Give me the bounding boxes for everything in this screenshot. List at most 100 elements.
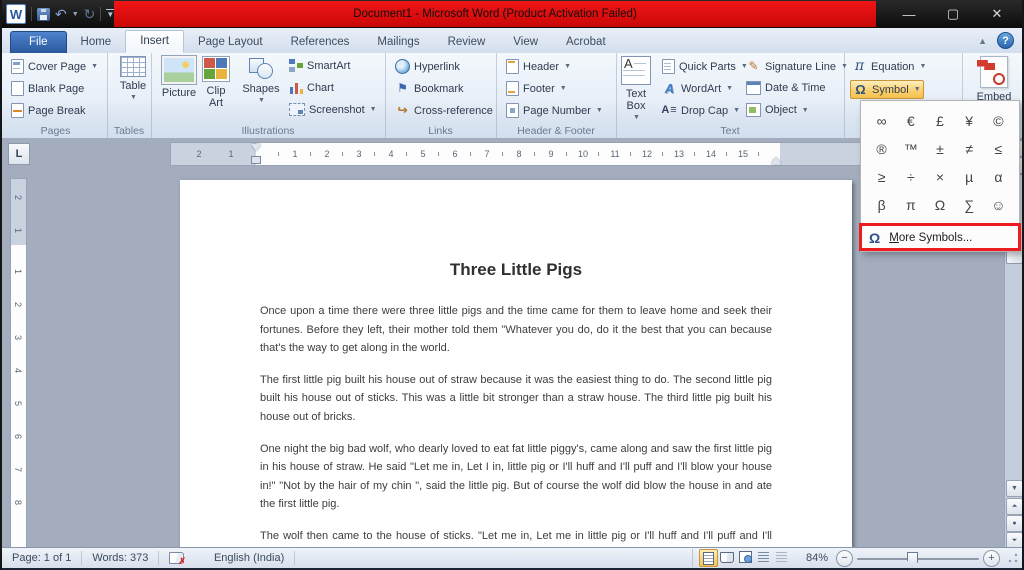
left-indent-marker[interactable] xyxy=(251,156,261,164)
page-count[interactable]: Page: 1 of 1 xyxy=(2,551,82,565)
undo-dropdown-arrow[interactable]: ▼ xyxy=(72,11,79,18)
symbol-cell[interactable]: ☺ xyxy=(984,191,1013,219)
spellcheck-status[interactable]: ✗ xyxy=(159,551,204,565)
first-line-indent-marker[interactable] xyxy=(251,144,261,151)
right-indent-marker[interactable] xyxy=(771,157,781,164)
outline-view-button[interactable] xyxy=(755,549,772,565)
quick-access-toolbar: W ↶ ▼ ↻ ▼ xyxy=(6,3,114,25)
title-banner: Document1 - Microsoft Word (Product Acti… xyxy=(114,1,876,27)
zoom-in-button[interactable]: + xyxy=(983,550,1000,567)
word-app-icon[interactable]: W xyxy=(6,4,26,24)
symbol-button[interactable]: Ω Symbol▼ xyxy=(850,80,924,99)
zoom-slider-thumb[interactable] xyxy=(907,552,918,567)
symbol-cell[interactable]: × xyxy=(925,163,954,191)
cover-page-button[interactable]: Cover Page▼ xyxy=(9,58,100,75)
hyperlink-button[interactable]: Hyperlink xyxy=(393,58,462,75)
picture-button[interactable]: Picture xyxy=(159,56,199,99)
tab-file[interactable]: File xyxy=(10,31,67,53)
vertical-ruler[interactable]: 21 12345678 xyxy=(10,178,27,548)
cross-reference-button[interactable]: ↪ Cross-reference xyxy=(393,102,495,119)
status-bar: Page: 1 of 1 Words: 373 ✗ English (India… xyxy=(2,547,1022,568)
save-icon[interactable] xyxy=(37,8,50,21)
tab-acrobat[interactable]: Acrobat xyxy=(552,32,620,53)
symbol-cell[interactable]: ÷ xyxy=(896,163,925,191)
symbol-cell[interactable]: π xyxy=(896,191,925,219)
symbol-cell[interactable]: ¥ xyxy=(955,107,984,135)
undo-icon[interactable]: ↶ xyxy=(55,7,67,21)
symbol-cell[interactable]: £ xyxy=(925,107,954,135)
symbol-cell[interactable]: © xyxy=(984,107,1013,135)
tab-stop-selector[interactable]: L xyxy=(8,143,30,165)
tab-review[interactable]: Review xyxy=(434,32,500,53)
symbol-cell[interactable]: ™ xyxy=(896,135,925,163)
zoom-slider[interactable] xyxy=(857,551,979,566)
symbol-cell[interactable]: β xyxy=(867,191,896,219)
quick-parts-button[interactable]: Quick Parts▼ xyxy=(660,58,750,75)
symbol-cell[interactable]: ∞ xyxy=(867,107,896,135)
scroll-down-arrow[interactable]: ▼ xyxy=(1006,480,1022,497)
symbol-cell[interactable]: Ω xyxy=(925,191,954,219)
tab-view[interactable]: View xyxy=(499,32,552,53)
print-layout-view-button[interactable] xyxy=(699,549,718,567)
symbol-cell[interactable]: ≥ xyxy=(867,163,896,191)
wordart-button[interactable]: A WordArt▼ xyxy=(660,80,735,97)
group-header-footer: Header▼ Footer▼ Page Number▼ Header & Fo… xyxy=(496,53,617,138)
blank-page-button[interactable]: Blank Page xyxy=(9,80,86,97)
symbol-cell[interactable]: € xyxy=(896,107,925,135)
minimize-button[interactable]: — xyxy=(894,7,924,22)
embed-button[interactable]: Embed xyxy=(974,56,1014,103)
symbol-cell[interactable]: ≤ xyxy=(984,135,1013,163)
chart-button[interactable]: Chart xyxy=(287,80,336,95)
zoom-out-button[interactable]: − xyxy=(836,550,853,567)
text-box-button[interactable]: A Text Box ▼ xyxy=(620,56,652,124)
symbol-icon: Ω xyxy=(853,82,868,97)
redo-icon[interactable]: ↻ xyxy=(84,7,96,21)
language-status[interactable]: English (India) xyxy=(204,551,295,565)
tab-mailings[interactable]: Mailings xyxy=(363,32,433,53)
symbol-cell[interactable]: ∑ xyxy=(955,191,984,219)
document-page[interactable]: Three Little Pigs Once upon a time there… xyxy=(180,180,852,548)
shapes-button[interactable]: Shapes ▼ xyxy=(241,56,281,107)
close-button[interactable]: ✕ xyxy=(982,6,1012,22)
symbol-cell[interactable]: α xyxy=(984,163,1013,191)
page-break-button[interactable]: Page Break xyxy=(9,102,87,119)
blank-page-icon xyxy=(11,81,24,96)
resize-grip[interactable] xyxy=(1008,553,1018,563)
zoom-level[interactable]: 84% xyxy=(806,552,828,564)
spellcheck-error-icon: ✗ xyxy=(178,556,186,567)
tab-home[interactable]: Home xyxy=(67,32,126,53)
maximize-button[interactable]: ▢ xyxy=(938,6,968,22)
more-symbols-item[interactable]: Ω More Symbols... xyxy=(861,225,1019,250)
bookmark-button[interactable]: ⚑ Bookmark xyxy=(393,80,466,97)
date-time-button[interactable]: Date & Time xyxy=(744,80,828,96)
page-number-button[interactable]: Page Number▼ xyxy=(504,102,605,119)
draft-view-button[interactable] xyxy=(773,549,790,565)
drop-cap-button[interactable]: A≡ Drop Cap▼ xyxy=(660,102,742,119)
symbol-cell[interactable]: ≠ xyxy=(955,135,984,163)
tab-insert[interactable]: Insert xyxy=(125,30,184,53)
clip-art-button[interactable]: Clip Art xyxy=(201,56,231,109)
header-button[interactable]: Header▼ xyxy=(504,58,573,75)
symbol-cell[interactable]: µ xyxy=(955,163,984,191)
select-browse-object-button[interactable]: ● xyxy=(1006,515,1022,532)
full-screen-reading-view-button[interactable] xyxy=(719,549,736,565)
screenshot-button[interactable]: Screenshot▼ xyxy=(287,102,379,117)
tab-page-layout[interactable]: Page Layout xyxy=(184,32,277,53)
word-count[interactable]: Words: 373 xyxy=(82,551,159,565)
signature-line-button[interactable]: ✎ Signature Line▼ xyxy=(744,58,850,75)
symbol-cell[interactable]: ± xyxy=(925,135,954,163)
group-label-text: Text xyxy=(616,125,844,137)
minimize-ribbon-icon[interactable]: ▲ xyxy=(978,36,987,46)
help-icon[interactable]: ? xyxy=(997,32,1014,49)
object-button[interactable]: Object▼ xyxy=(744,102,811,118)
table-button[interactable]: Table ▼ xyxy=(113,56,153,104)
footer-button[interactable]: Footer▼ xyxy=(504,80,569,97)
hyperlink-icon xyxy=(395,59,410,74)
smartart-button[interactable]: SmartArt xyxy=(287,58,352,73)
next-page-button[interactable]: ⏷ xyxy=(1006,532,1022,548)
previous-page-button[interactable]: ⏶ xyxy=(1006,498,1022,515)
equation-button[interactable]: π Equation▼ xyxy=(850,58,928,75)
web-layout-view-button[interactable] xyxy=(737,549,754,565)
symbol-cell[interactable]: ® xyxy=(867,135,896,163)
tab-references[interactable]: References xyxy=(277,32,364,53)
